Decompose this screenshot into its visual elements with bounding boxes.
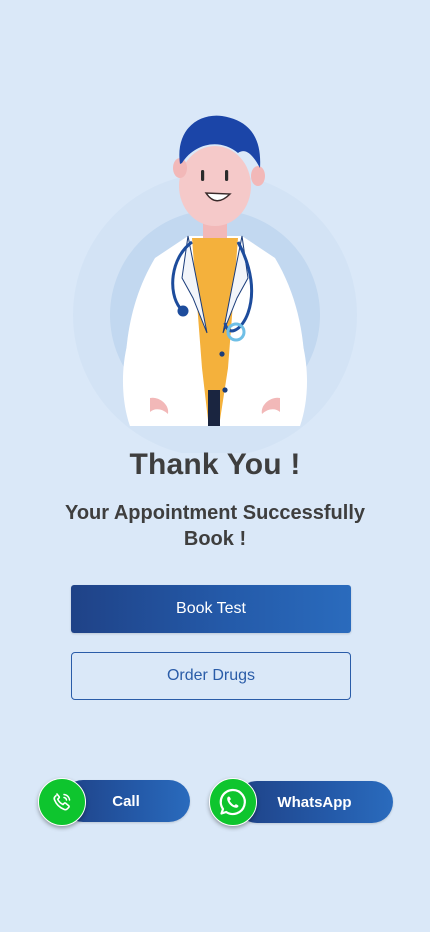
whatsapp-icon[interactable] [209, 778, 257, 826]
doctor-illustration [70, 108, 360, 453]
page-title: Thank You ! [129, 448, 301, 481]
whatsapp-button[interactable]: WhatsApp [236, 781, 393, 823]
order-drugs-button[interactable]: Order Drugs [71, 652, 351, 700]
confirmation-message: Your Appointment Successfully Book ! [64, 502, 366, 550]
book-test-button[interactable]: Book Test [71, 585, 351, 633]
confirmation-screen: Thank You ! Your Appointment Successfull… [0, 0, 430, 932]
whatsapp-button-label: WhatsApp [277, 793, 352, 811]
call-button-label: Call [112, 792, 140, 810]
phone-icon[interactable] [38, 778, 86, 826]
